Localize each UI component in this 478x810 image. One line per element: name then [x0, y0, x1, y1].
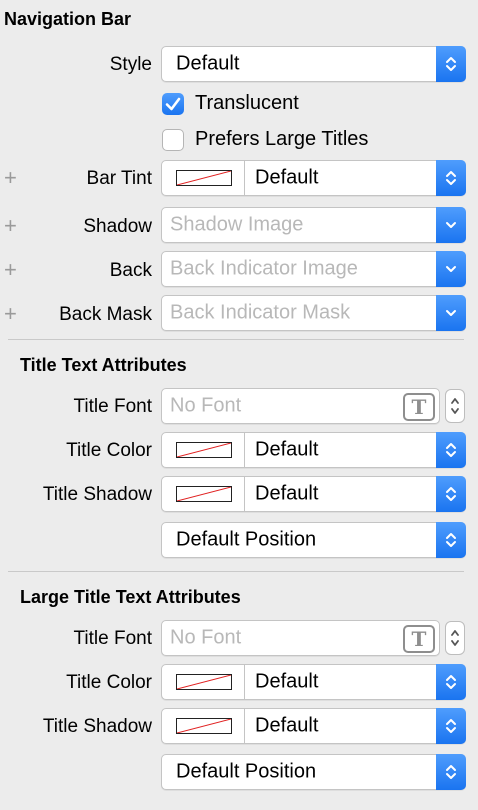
translucent-checkbox[interactable] — [162, 93, 184, 115]
title-color-swatch-well[interactable] — [162, 433, 245, 467]
large-title-shadow-label: Title Shadow — [42, 716, 152, 737]
title-shadow-swatch-well[interactable] — [162, 477, 245, 511]
large-title-color-label: Title Color — [66, 672, 152, 693]
bar-tint-value: Default — [255, 166, 319, 189]
updown-chevron-icon — [436, 46, 466, 82]
color-swatch-icon — [176, 486, 232, 502]
back-indicator-image-combo[interactable]: Back Indicator Image — [161, 251, 466, 287]
updown-chevron-icon — [436, 522, 466, 558]
stepper-icon[interactable] — [445, 389, 465, 423]
color-swatch-icon — [176, 442, 232, 458]
large-title-color-swatch-well[interactable] — [162, 665, 245, 699]
title-shadow-position-value: Default Position — [176, 528, 317, 551]
large-title-color-popup[interactable]: Default — [161, 664, 466, 700]
title-color-popup[interactable]: Default — [161, 432, 466, 468]
updown-chevron-icon — [436, 708, 466, 744]
prefers-large-titles-checkbox[interactable] — [162, 129, 184, 151]
plus-icon[interactable]: + — [4, 213, 17, 239]
section-divider — [8, 339, 464, 340]
shadow-image-placeholder: Shadow Image — [170, 213, 304, 236]
updown-chevron-icon — [436, 476, 466, 512]
title-shadow-label: Title Shadow — [42, 484, 152, 505]
title-font-label: Title Font — [73, 396, 153, 417]
stepper-icon[interactable] — [445, 621, 465, 655]
color-swatch-icon — [176, 718, 232, 734]
large-title-shadow-position-popup[interactable]: Default Position — [161, 754, 466, 790]
updown-chevron-icon — [436, 432, 466, 468]
section-title-title-text-attributes: Title Text Attributes — [20, 355, 187, 375]
checkmark-icon — [165, 97, 181, 111]
title-color-value: Default — [255, 438, 319, 461]
plus-icon[interactable]: + — [4, 165, 17, 191]
updown-chevron-icon — [436, 664, 466, 700]
down-chevron-icon — [436, 207, 466, 243]
large-title-font-label: Title Font — [73, 628, 153, 649]
font-picker-icon[interactable]: T — [403, 625, 435, 653]
back-indicator-mask-placeholder: Back Indicator Mask — [170, 301, 351, 324]
title-shadow-position-popup[interactable]: Default Position — [161, 522, 466, 558]
updown-chevron-icon — [436, 160, 466, 196]
style-value: Default — [176, 52, 240, 75]
shadow-label: Shadow — [83, 216, 152, 237]
shadow-image-combo[interactable]: Shadow Image — [161, 207, 466, 243]
title-shadow-popup[interactable]: Default — [161, 476, 466, 512]
large-title-color-value: Default — [255, 670, 319, 693]
plus-icon[interactable]: + — [4, 257, 17, 283]
large-title-shadow-value: Default — [255, 714, 319, 737]
large-title-font-field[interactable]: No Font T — [161, 620, 440, 656]
bar-tint-color-popup[interactable]: Default — [161, 160, 466, 196]
color-swatch-icon — [176, 170, 232, 186]
back-mask-label: Back Mask — [59, 304, 152, 325]
section-title-navigation-bar: Navigation Bar — [4, 9, 132, 29]
prefers-large-titles-label: Prefers Large Titles — [195, 128, 369, 150]
title-font-field[interactable]: No Font T — [161, 388, 440, 424]
color-swatch-icon — [176, 674, 232, 690]
font-picker-icon[interactable]: T — [403, 393, 435, 421]
down-chevron-icon — [436, 251, 466, 287]
large-title-shadow-swatch-well[interactable] — [162, 709, 245, 743]
title-font-placeholder: No Font — [170, 394, 242, 417]
plus-icon[interactable]: + — [4, 301, 17, 327]
section-divider — [8, 571, 464, 572]
down-chevron-icon — [436, 295, 466, 331]
back-indicator-mask-combo[interactable]: Back Indicator Mask — [161, 295, 466, 331]
bar-tint-label: Bar Tint — [86, 168, 152, 189]
title-color-label: Title Color — [66, 440, 152, 461]
large-title-font-placeholder: No Font — [170, 626, 242, 649]
style-popup[interactable]: Default — [161, 46, 466, 82]
style-label: Style — [109, 54, 152, 75]
large-title-shadow-position-value: Default Position — [176, 760, 317, 783]
back-indicator-image-placeholder: Back Indicator Image — [170, 257, 358, 280]
section-title-large-title-text-attributes: Large Title Text Attributes — [20, 587, 241, 607]
large-title-shadow-popup[interactable]: Default — [161, 708, 466, 744]
updown-chevron-icon — [436, 754, 466, 790]
back-label: Back — [109, 260, 152, 281]
translucent-label: Translucent — [195, 92, 299, 114]
bar-tint-swatch-well[interactable] — [162, 161, 245, 195]
title-shadow-value: Default — [255, 482, 319, 505]
